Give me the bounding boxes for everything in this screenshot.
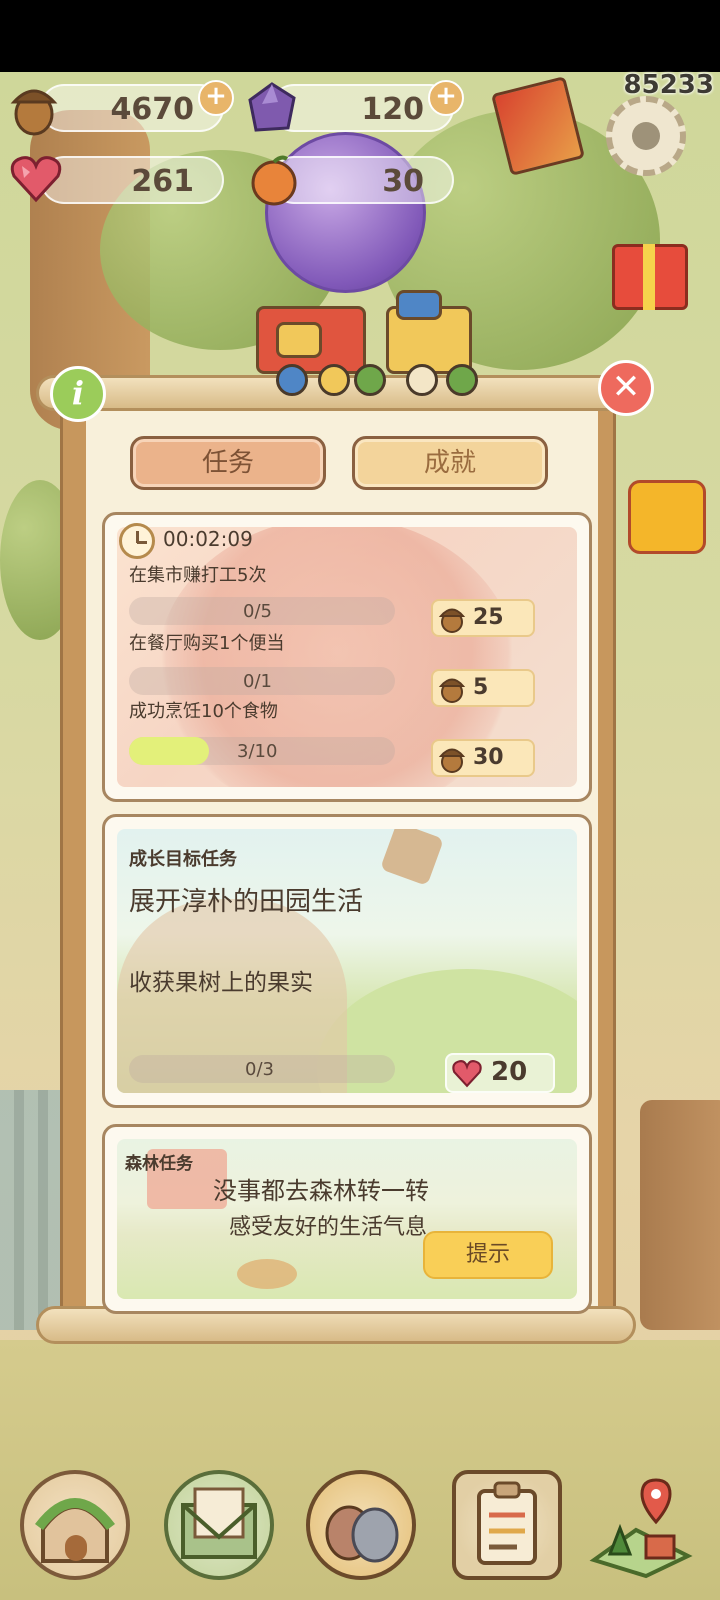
status-bar bbox=[0, 0, 720, 72]
birds-icon[interactable] bbox=[306, 1470, 416, 1580]
home-icon[interactable] bbox=[20, 1470, 130, 1580]
add-acorn-button[interactable]: + bbox=[198, 80, 234, 116]
gem-count: 120 bbox=[361, 92, 424, 127]
hint-button[interactable]: 提示 bbox=[423, 1231, 553, 1279]
task-progress-text: 0/1 bbox=[243, 671, 272, 692]
acorn-icon bbox=[6, 80, 62, 136]
heart-gem-icon bbox=[452, 1060, 482, 1088]
reward-amount: 30 bbox=[473, 745, 504, 770]
forest-category: 森林任务 bbox=[125, 1154, 193, 1174]
acorn-icon bbox=[438, 678, 466, 703]
reward-amount: 20 bbox=[491, 1057, 528, 1087]
task-progress-text: 0/5 bbox=[243, 601, 272, 622]
game-screen: 4670 + 120 + 261 30 85233 i ✕ 任务 成就 00:0… bbox=[0, 0, 720, 1600]
acorn-icon bbox=[438, 608, 466, 633]
purple-gem-icon bbox=[244, 80, 300, 136]
heart-counter: 261 bbox=[40, 156, 224, 204]
info-button[interactable]: i bbox=[50, 366, 106, 422]
task-progress-fill bbox=[129, 737, 209, 765]
growth-reward: 20 bbox=[445, 1053, 555, 1093]
growth-category: 成长目标任务 bbox=[129, 849, 237, 870]
forest-line-1: 没事都去森林转一转 bbox=[213, 1177, 429, 1205]
task-progress-text: 3/10 bbox=[237, 741, 278, 762]
task-label: 成功烹饪10个食物 bbox=[129, 701, 278, 722]
acorn-counter: 4670 bbox=[40, 84, 224, 132]
add-gem-button[interactable]: + bbox=[428, 80, 464, 116]
player-id-counter: 85233 bbox=[623, 70, 714, 100]
growth-goal-card: 成长目标任务 展开淳朴的田园生活 收获果树上的果实 0/3 20 bbox=[102, 814, 592, 1108]
clipboard-icon[interactable] bbox=[452, 1470, 562, 1580]
forest-task-card: 森林任务 没事都去森林转一转 感受友好的生活气息 提示 bbox=[102, 1124, 592, 1314]
tab-tasks[interactable]: 任务 bbox=[130, 436, 326, 490]
task-label: 在集市赚打工5次 bbox=[129, 565, 267, 586]
growth-title: 展开淳朴的田园生活 bbox=[129, 887, 364, 917]
tree-stump bbox=[640, 1100, 720, 1330]
acorn-count: 4670 bbox=[110, 92, 195, 127]
countdown-timer: 00:02:09 bbox=[163, 527, 253, 551]
tv-ad-icon[interactable] bbox=[628, 480, 706, 554]
toy-train-icon bbox=[236, 286, 480, 404]
reward-amount: 5 bbox=[473, 675, 489, 700]
mail-letter-icon[interactable] bbox=[164, 1470, 274, 1580]
gift-icon[interactable] bbox=[612, 244, 688, 310]
stump-illustration bbox=[237, 1259, 297, 1289]
gear-icon[interactable] bbox=[606, 96, 686, 176]
task-reward: 25 bbox=[431, 599, 535, 637]
orange-fruit-icon bbox=[246, 152, 302, 208]
tab-achievements[interactable]: 成就 bbox=[352, 436, 548, 490]
forest-line-2: 感受友好的生活气息 bbox=[229, 1215, 428, 1240]
orange-count: 30 bbox=[382, 164, 424, 199]
growth-progress-text: 0/3 bbox=[245, 1059, 274, 1080]
acorn-icon bbox=[438, 748, 466, 773]
task-label: 在餐厅购买1个便当 bbox=[129, 633, 285, 654]
daily-task-card: 00:02:09 在集市赚打工5次 0/5 25 在餐厅购买1个便当 0/1 5… bbox=[102, 512, 592, 802]
close-button[interactable]: ✕ bbox=[598, 360, 654, 416]
growth-task-label: 收获果树上的果实 bbox=[129, 970, 313, 996]
map-icon[interactable] bbox=[586, 1470, 696, 1580]
clock-icon bbox=[119, 523, 155, 559]
task-reward: 5 bbox=[431, 669, 535, 707]
task-reward: 30 bbox=[431, 739, 535, 777]
heart-gem-icon bbox=[8, 150, 64, 206]
reward-amount: 25 bbox=[473, 605, 504, 630]
heart-count: 261 bbox=[131, 164, 194, 199]
